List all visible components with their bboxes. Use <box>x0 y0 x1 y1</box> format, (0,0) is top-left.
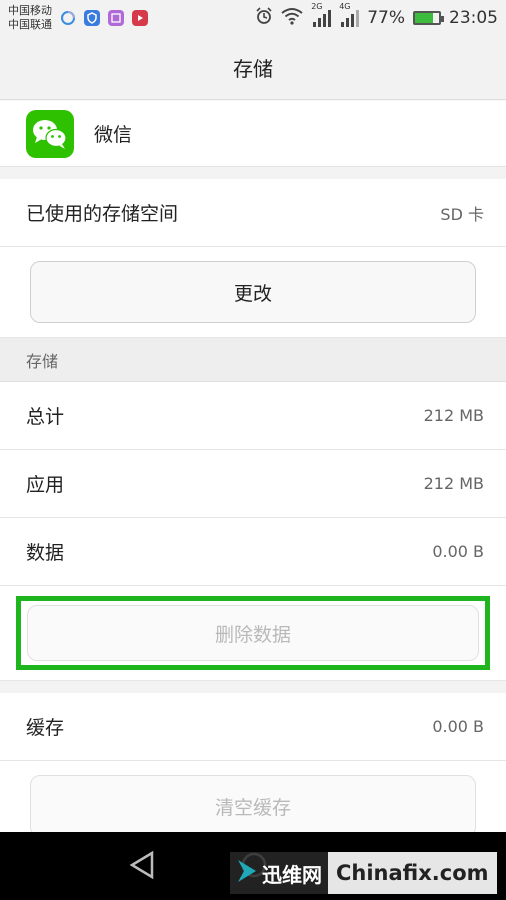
signal-1-tag: 2G <box>311 2 323 11</box>
delete-data-button[interactable]: 删除数据 <box>27 605 479 661</box>
row-value: 212 MB <box>423 406 484 425</box>
signal-2-tag: 4G <box>339 2 351 11</box>
spacer <box>0 167 506 179</box>
status-right: 2G 4G 77% 23:05 <box>255 3 498 30</box>
storage-location-value: SD 卡 <box>440 204 484 224</box>
cache-row: 缓存 0.00 B <box>0 693 506 761</box>
signal-icon: 2G <box>311 3 332 27</box>
wechat-icon <box>26 109 74 158</box>
cache-label: 缓存 <box>26 717 65 739</box>
cache-value: 0.00 B <box>432 717 484 736</box>
carrier-2: 中国联通 <box>8 18 52 31</box>
storage-row-app: 应用 212 MB <box>0 450 506 518</box>
screen: 中国移动 中国联通 2G 4G 77% 23:05 存储 微信 已使用的存储空间… <box>0 0 506 900</box>
highlight-box: 删除数据 <box>16 596 490 670</box>
notification-icons <box>60 10 148 26</box>
row-value: 0.00 B <box>432 542 484 561</box>
watermark-right: Chinafix.com <box>328 852 497 894</box>
signal-icon: 4G <box>339 3 360 27</box>
section-header-storage: 存储 <box>0 338 506 382</box>
page-title: 存储 <box>233 57 273 81</box>
change-button[interactable]: 更改 <box>30 261 476 323</box>
delete-data-container: 删除数据 <box>0 586 506 681</box>
shield-icon <box>84 10 100 26</box>
content: 微信 已使用的存储空间 SD 卡 更改 存储 总计 212 MB 应用 212 … <box>0 101 506 852</box>
row-label: 应用 <box>26 474 65 496</box>
watermark-logo-icon <box>236 858 258 888</box>
back-icon[interactable] <box>128 850 156 884</box>
row-value: 212 MB <box>423 474 484 493</box>
title-bar: 存储 <box>0 36 506 100</box>
battery-fill <box>415 13 434 23</box>
change-button-container: 更改 <box>0 247 506 338</box>
battery-icon <box>413 11 444 25</box>
storage-location-label: 已使用的存储空间 <box>26 203 179 225</box>
storage-row-data: 数据 0.00 B <box>0 518 506 586</box>
clock: 23:05 <box>449 8 498 28</box>
carrier-labels: 中国移动 中国联通 <box>8 4 52 32</box>
watermark-left: 迅维网 <box>230 852 328 894</box>
spacer <box>0 681 506 693</box>
watermark-cn: 迅维网 <box>262 862 322 887</box>
row-label: 总计 <box>26 406 65 428</box>
clear-cache-button[interactable]: 清空缓存 <box>30 775 476 837</box>
qq-icon <box>60 10 76 26</box>
wifi-icon <box>281 7 303 30</box>
app-header: 微信 <box>0 101 506 167</box>
video-app-icon <box>132 10 148 26</box>
storage-location-row: 已使用的存储空间 SD 卡 <box>0 179 506 247</box>
row-label: 数据 <box>26 542 65 564</box>
photo-app-icon <box>108 10 124 26</box>
app-name: 微信 <box>94 124 133 146</box>
storage-row-total: 总计 212 MB <box>0 382 506 450</box>
battery-percent: 77% <box>367 8 405 28</box>
alarm-icon <box>255 6 273 30</box>
carrier-1: 中国移动 <box>8 4 52 17</box>
watermark: 迅维网 Chinafix.com <box>230 852 497 894</box>
status-bar: 中国移动 中国联通 2G 4G 77% 23:05 <box>0 0 506 36</box>
